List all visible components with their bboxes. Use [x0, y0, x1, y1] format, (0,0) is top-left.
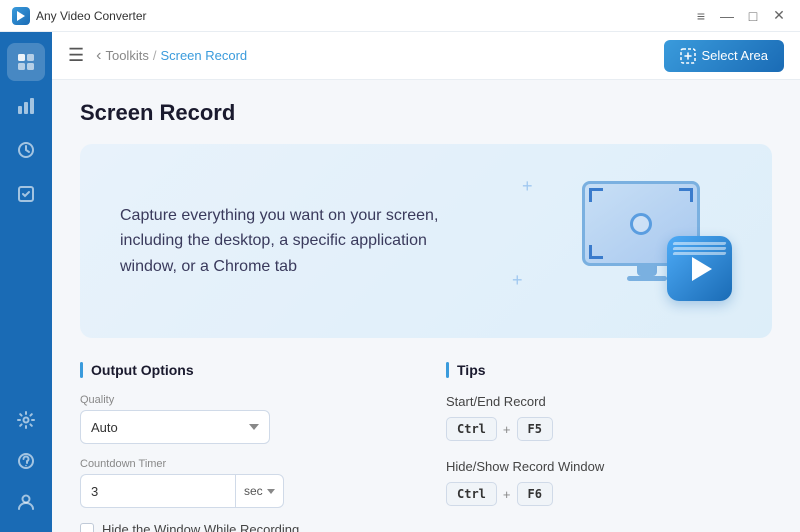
sidebar-item-tasks[interactable] [7, 175, 45, 213]
hide-window-checkbox-item[interactable]: Hide the Window While Recording [80, 522, 406, 532]
shortcut-f6-key: F6 [517, 482, 553, 506]
section-bar [80, 362, 83, 378]
main-content: Screen Record Capture everything you wan… [52, 80, 800, 532]
hamburger-menu-btn[interactable]: ≡ [692, 7, 710, 25]
sidebar-item-history[interactable] [7, 131, 45, 169]
shortcut-f5-key: F5 [517, 417, 553, 441]
output-options-header: Output Options [80, 362, 406, 378]
monitor-base [627, 276, 667, 281]
sidebar-item-home[interactable] [7, 43, 45, 81]
timer-dropdown-icon [267, 489, 275, 494]
title-bar: Any Video Converter ≡ — □ ✕ [0, 0, 800, 32]
corner-tl [589, 188, 603, 202]
sidebar-bottom [7, 398, 45, 524]
breadcrumb: Toolkits / Screen Record [105, 48, 247, 63]
timer-unit-select[interactable]: sec [235, 474, 284, 508]
logo-icon [12, 7, 30, 25]
plus-decoration-1: + [522, 176, 533, 197]
quality-label: Quality [80, 394, 406, 406]
shortcut-ctrl-key-2: Ctrl [446, 482, 497, 506]
tip-hide-show: Hide/Show Record Window Ctrl + F6 [446, 459, 772, 506]
select-area-label: Select Area [702, 48, 769, 63]
tip-hide-show-label: Hide/Show Record Window [446, 459, 772, 474]
options-row: Output Options Quality Auto High Medium … [80, 362, 772, 532]
page-title: Screen Record [80, 100, 772, 126]
corner-bl [589, 245, 603, 259]
timer-unit-label: sec [244, 484, 263, 498]
hide-window-checkbox[interactable] [80, 523, 94, 532]
banner: Capture everything you want on your scre… [80, 144, 772, 338]
sidebar-item-help[interactable] [7, 442, 45, 480]
nav-back-btn[interactable]: ‹ [96, 47, 101, 65]
monitor-stand [637, 266, 657, 276]
nav-bar: ☰ ‹ Toolkits / Screen Record Select Area [52, 32, 800, 80]
tips-label: Tips [457, 362, 486, 378]
app-logo: Any Video Converter [12, 7, 147, 25]
hide-window-label: Hide the Window While Recording [102, 522, 299, 532]
close-btn[interactable]: ✕ [770, 7, 788, 25]
tip-start-end: Start/End Record Ctrl + F5 [446, 394, 772, 441]
shortcut-hide-show: Ctrl + F6 [446, 482, 772, 506]
breadcrumb-parent[interactable]: Toolkits [105, 48, 148, 63]
banner-illustration: + + [512, 176, 732, 306]
clapper-lines [667, 242, 732, 255]
clapper-line-1 [672, 242, 726, 245]
breadcrumb-separator: / [153, 48, 157, 63]
select-area-button[interactable]: Select Area [664, 40, 785, 72]
breadcrumb-current: Screen Record [160, 48, 247, 63]
corner-tr [679, 188, 693, 202]
tips-header: Tips [446, 362, 772, 378]
window-controls: ≡ — □ ✕ [692, 7, 788, 25]
play-icon [692, 257, 712, 281]
timer-row: sec [80, 474, 406, 508]
sidebar-item-chart[interactable] [7, 87, 45, 125]
clapper-line-2 [672, 247, 726, 250]
sidebar-item-user[interactable] [7, 483, 45, 521]
banner-description: Capture everything you want on your scre… [120, 203, 480, 280]
sidebar [0, 32, 52, 532]
sidebar-item-settings[interactable] [7, 401, 45, 439]
quality-group: Quality Auto High Medium Low [80, 394, 406, 444]
content-area: ☰ ‹ Toolkits / Screen Record Select Area… [52, 32, 800, 532]
nav-hamburger-icon[interactable]: ☰ [68, 45, 84, 66]
countdown-input[interactable] [80, 474, 235, 508]
tip-start-end-label: Start/End Record [446, 394, 772, 409]
shortcut-start-end: Ctrl + F5 [446, 417, 772, 441]
countdown-label: Countdown Timer [80, 458, 406, 470]
tips-section-bar [446, 362, 449, 378]
countdown-group: Countdown Timer sec [80, 458, 406, 508]
plus-decoration-2: + [512, 270, 523, 291]
clapper-line-3 [672, 252, 726, 255]
app-body: ☰ ‹ Toolkits / Screen Record Select Area… [0, 32, 800, 532]
maximize-btn[interactable]: □ [744, 7, 762, 25]
app-title: Any Video Converter [36, 9, 147, 23]
shortcut-plus-2: + [503, 487, 511, 502]
tips-section: Tips Start/End Record Ctrl + F5 Hide/Sho… [446, 362, 772, 532]
minimize-btn[interactable]: — [718, 7, 736, 25]
output-options-label: Output Options [91, 362, 194, 378]
quality-select[interactable]: Auto High Medium Low [80, 410, 270, 444]
output-options-section: Output Options Quality Auto High Medium … [80, 362, 406, 532]
video-play-badge [667, 236, 732, 301]
shortcut-ctrl-key: Ctrl [446, 417, 497, 441]
shortcut-plus-1: + [503, 422, 511, 437]
checkbox-group: Hide the Window While Recording Record A… [80, 522, 406, 532]
